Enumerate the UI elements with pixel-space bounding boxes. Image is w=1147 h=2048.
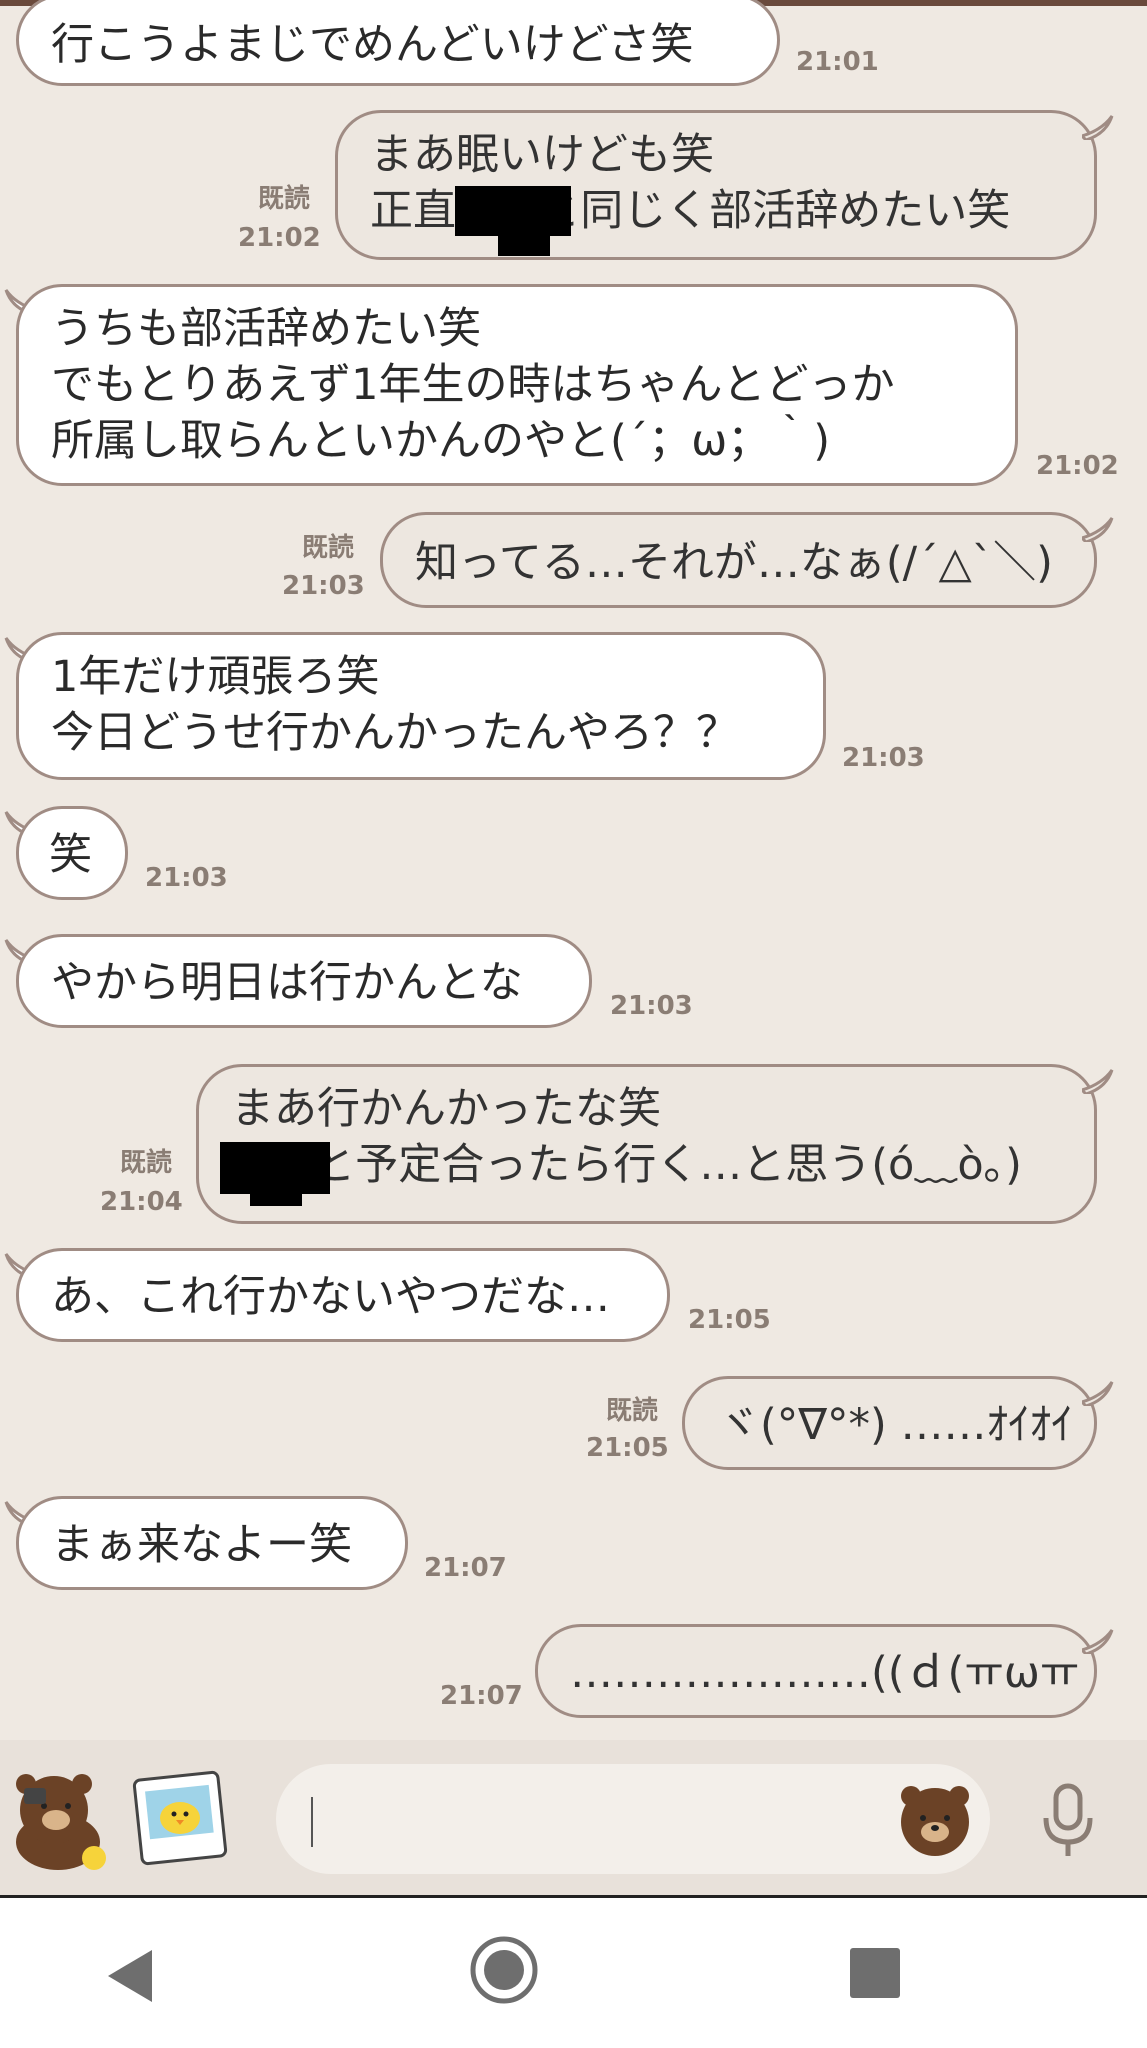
microphone-icon[interactable] — [1038, 1782, 1098, 1858]
incoming-message-bubble[interactable]: まぁ来なよー笑 — [16, 1496, 408, 1590]
outgoing-message-bubble[interactable]: 知ってる…それが…なぁ(/´△`＼) — [380, 512, 1097, 608]
incoming-message-bubble[interactable]: 行こうよまじでめんどいけどさ笑 — [16, 0, 780, 86]
bubble-tail — [1082, 1629, 1114, 1654]
system-navigation-bar — [0, 1898, 1147, 2048]
outgoing-message-bubble[interactable]: まあ眠いけども笑 正直■■と同じく部活辞めたい笑 — [335, 110, 1097, 260]
chat-area[interactable]: 行こうよまじでめんどいけどさ笑 21:01 既読 21:02 まあ眠いけども笑 … — [0, 0, 1147, 1740]
bubble-tail — [1082, 517, 1114, 542]
redaction-box — [498, 224, 550, 256]
incoming-message-bubble[interactable]: あ、これ行かないやつだな… — [16, 1248, 670, 1342]
read-receipt: 既読 — [258, 184, 311, 214]
brown-bear-sticker-icon[interactable] — [4, 1766, 112, 1874]
message-time: 21:02 — [1036, 451, 1119, 481]
message-input[interactable] — [276, 1764, 990, 1874]
brown-bear-emoji-icon[interactable] — [897, 1782, 973, 1858]
text-caret — [311, 1797, 313, 1847]
outgoing-message-bubble[interactable]: まあ行かんかったな笑 ■■と予定合ったら行く…と思う(ó﹏ò｡) — [196, 1064, 1097, 1224]
read-receipt: 既読 — [302, 533, 355, 563]
read-receipt: 既読 — [120, 1148, 173, 1178]
message-time: 21:03 — [842, 743, 925, 773]
bubble-tail — [1082, 1069, 1114, 1094]
nav-back-icon[interactable] — [102, 1946, 158, 2006]
outgoing-message-bubble[interactable]: …………………((ｄ(ㅠωㅠ｀) — [535, 1624, 1097, 1718]
message-time: 21:07 — [440, 1681, 523, 1711]
message-time: 21:03 — [145, 863, 228, 893]
bubble-tail — [1082, 115, 1114, 140]
message-time: 21:05 — [688, 1305, 771, 1335]
nav-home-icon[interactable] — [468, 1934, 540, 2006]
read-receipt: 既読 — [606, 1396, 659, 1426]
message-time: 21:03 — [610, 991, 693, 1021]
outgoing-message-bubble[interactable]: ヾ(°∇°*) ……ｵｲｵｲ — [682, 1376, 1097, 1470]
message-time: 21:03 — [282, 571, 365, 601]
message-time: 21:07 — [424, 1553, 507, 1583]
bubble-tail — [1082, 1381, 1114, 1406]
message-time: 21:05 — [586, 1433, 669, 1463]
nav-recent-apps-icon[interactable] — [850, 1948, 900, 1998]
incoming-message-bubble[interactable]: うちも部活辞めたい笑 でもとりあえず1年生の時はちゃんとどっか 所属し取らんとい… — [16, 284, 1018, 486]
message-time: 21:02 — [238, 223, 321, 253]
incoming-message-bubble[interactable]: やから明日は行かんとな — [16, 934, 592, 1028]
incoming-message-bubble[interactable]: 1年だけ頑張ろ笑 今日どうせ行かんかったんやろ？？ — [16, 632, 826, 780]
photo-sticker-icon[interactable] — [132, 1770, 228, 1866]
incoming-message-bubble[interactable]: 笑 — [16, 806, 128, 900]
message-input-bar — [0, 1740, 1147, 1898]
message-time: 21:04 — [100, 1187, 183, 1217]
redaction-box — [250, 1186, 302, 1206]
message-time: 21:01 — [796, 47, 879, 77]
